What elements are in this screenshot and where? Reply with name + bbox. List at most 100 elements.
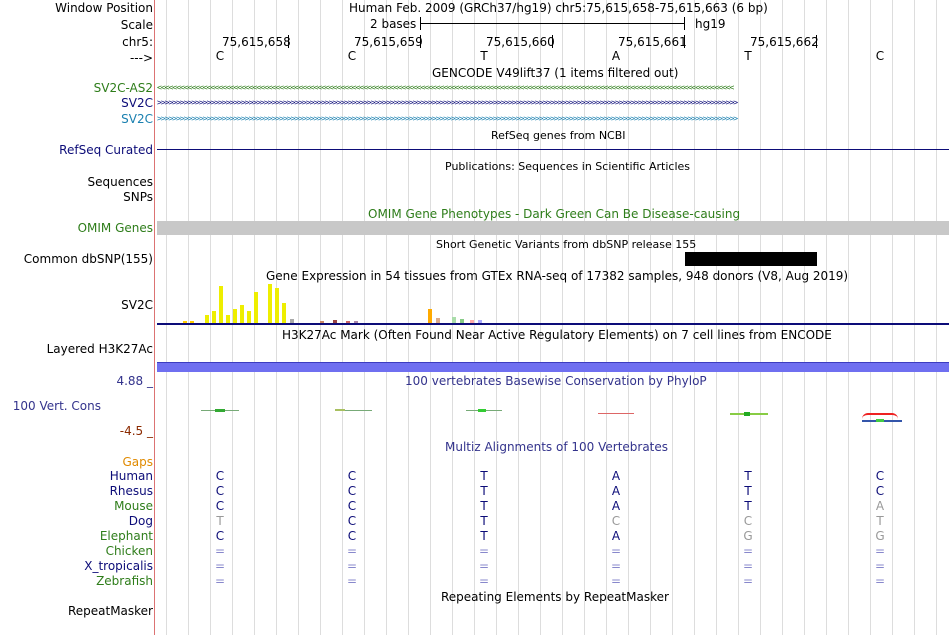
multiz-base: A [611, 469, 621, 483]
dbsnp-track-title[interactable]: Short Genetic Variants from dbSNP releas… [436, 238, 696, 251]
multiz-base: A [611, 484, 621, 498]
grid-line [584, 0, 585, 635]
gtex-tissue-bar[interactable] [275, 288, 279, 323]
multiz-track-title[interactable]: Multiz Alignments of 100 Vertebrates [445, 440, 668, 454]
grid-line [738, 0, 739, 635]
multiz-species-label[interactable]: Chicken [106, 544, 153, 558]
refseq-track-title[interactable]: RefSeq genes from NCBI [491, 129, 626, 142]
gtex-tissue-bar[interactable] [268, 284, 272, 323]
multiz-base: T [744, 484, 752, 498]
multiz-base: C [347, 484, 357, 498]
multiz-species-label[interactable]: Dog [129, 514, 153, 528]
gencode-item-strand[interactable]: <<<<<<<<<<<<<<<<<<<<<<<<<<<<<<<<<<<<<<<<… [157, 82, 949, 94]
multiz-base: = [742, 559, 754, 573]
multiz-base: C [347, 529, 357, 543]
repeatmasker-track-label[interactable]: RepeatMasker [68, 604, 153, 618]
ref-base: A [611, 49, 621, 63]
phylop-track-label[interactable]: 100 Vert. Cons [13, 399, 101, 413]
dbsnp-variant-block[interactable] [685, 252, 817, 266]
multiz-base: T [480, 469, 488, 483]
genome-browser-image[interactable]: Window Position Human Feb. 2009 (GRCh37/… [0, 0, 950, 635]
multiz-base: = [346, 574, 358, 588]
gtex-tissue-bar[interactable] [247, 311, 251, 323]
multiz-species-label[interactable]: Rhesus [110, 484, 153, 498]
gencode-item-label[interactable]: SV2C-AS2 [94, 81, 153, 95]
grid-line [540, 0, 541, 635]
phylop-score-mark [335, 409, 345, 411]
gtex-tissue-bar[interactable] [282, 303, 286, 323]
multiz-species-label[interactable]: Human [110, 469, 153, 483]
phylop-score-mark [478, 409, 486, 412]
gtex-tissue-bar[interactable] [212, 311, 216, 323]
multiz-base: C [215, 469, 225, 483]
gtex-tissue-bar[interactable] [219, 286, 223, 323]
multiz-base: C [347, 514, 357, 528]
gtex-tissue-bar[interactable] [226, 315, 230, 323]
refseq-track-label[interactable]: RefSeq Curated [59, 143, 153, 157]
gtex-tissue-bar[interactable] [240, 305, 244, 323]
gencode-item-label[interactable]: SV2C [121, 112, 153, 126]
gtex-tissue-bar[interactable] [428, 309, 432, 323]
multiz-base: = [478, 544, 490, 558]
phylop-score-mark [744, 412, 750, 416]
repeatmasker-track-title[interactable]: Repeating Elements by RepeatMasker [441, 590, 669, 604]
gtex-tissue-bar[interactable] [254, 292, 258, 323]
phylop-track-title[interactable]: 100 vertebrates Basewise Conservation by… [405, 374, 707, 388]
grid-line [760, 0, 761, 635]
multiz-base: A [875, 499, 885, 513]
ref-base: T [744, 49, 752, 63]
grid-line [386, 0, 387, 635]
multiz-base: C [347, 499, 357, 513]
multiz-base: C [875, 469, 885, 483]
multiz-base: = [214, 544, 226, 558]
publications-label-snps[interactable]: SNPs [123, 190, 153, 204]
gencode-item-label[interactable]: SV2C [121, 96, 153, 110]
gencode-track-title[interactable]: GENCODE V49lift37 (1 items filtered out) [432, 66, 678, 80]
multiz-base: = [742, 544, 754, 558]
publications-track-title[interactable]: Publications: Sequences in Scientific Ar… [445, 160, 690, 173]
publications-label-sequences[interactable]: Sequences [88, 175, 153, 189]
h3k27ac-signal[interactable] [157, 362, 949, 372]
omim-track-label[interactable]: OMIM Genes [78, 221, 153, 235]
dbsnp-track-label[interactable]: Common dbSNP(155) [24, 252, 153, 266]
scale-db: hg19 [695, 17, 726, 31]
position-tick-label: 75,615,661 [618, 35, 687, 49]
gtex-tissue-bar[interactable] [205, 315, 209, 323]
grid-line [628, 0, 629, 635]
position-tick-label: 75,615,658 [222, 35, 291, 49]
ref-base: C [347, 49, 357, 63]
gencode-item-strand[interactable]: >>>>>>>>>>>>>>>>>>>>>>>>>>>>>>>>>>>>>>>>… [157, 113, 949, 125]
multiz-base: A [611, 529, 621, 543]
grid-line [804, 0, 805, 635]
multiz-base: T [480, 529, 488, 543]
multiz-species-label[interactable]: Elephant [100, 529, 153, 543]
position-tick-label: 75,615,659 [354, 35, 423, 49]
refseq-gene-line[interactable] [157, 149, 949, 150]
omim-phenotype-block[interactable] [157, 221, 949, 235]
grid-line [870, 0, 871, 635]
multiz-base: T [480, 484, 488, 498]
multiz-base: T [744, 499, 752, 513]
assembly-position-text[interactable]: Human Feb. 2009 (GRCh37/hg19) chr5:75,61… [349, 1, 768, 15]
multiz-gaps-label[interactable]: Gaps [122, 455, 153, 469]
omim-track-title[interactable]: OMIM Gene Phenotypes - Dark Green Can Be… [368, 207, 740, 221]
grid-line [364, 0, 365, 635]
h3k27ac-track-title[interactable]: H3K27Ac Mark (Often Found Near Active Re… [282, 328, 832, 342]
multiz-base: T [480, 514, 488, 528]
multiz-base: C [215, 499, 225, 513]
gencode-item-strand[interactable]: >>>>>>>>>>>>>>>>>>>>>>>>>>>>>>>>>>>>>>>>… [157, 97, 949, 109]
window-position-label: Window Position [55, 1, 153, 15]
multiz-species-label[interactable]: Mouse [114, 499, 153, 513]
gtex-track-title[interactable]: Gene Expression in 54 tissues from GTEx … [266, 269, 848, 283]
position-tick [816, 35, 817, 48]
multiz-species-label[interactable]: Zebrafish [96, 574, 153, 588]
multiz-species-label[interactable]: X_tropicalis [84, 559, 153, 573]
grid-line [298, 0, 299, 635]
multiz-base: A [611, 499, 621, 513]
position-tick-label: 75,615,660 [486, 35, 555, 49]
gtex-tissue-bar[interactable] [233, 309, 237, 323]
multiz-base: G [875, 529, 885, 543]
grid-line [474, 0, 475, 635]
h3k27ac-track-label[interactable]: Layered H3K27Ac [47, 342, 153, 356]
gtex-track-label[interactable]: SV2C [121, 298, 153, 312]
